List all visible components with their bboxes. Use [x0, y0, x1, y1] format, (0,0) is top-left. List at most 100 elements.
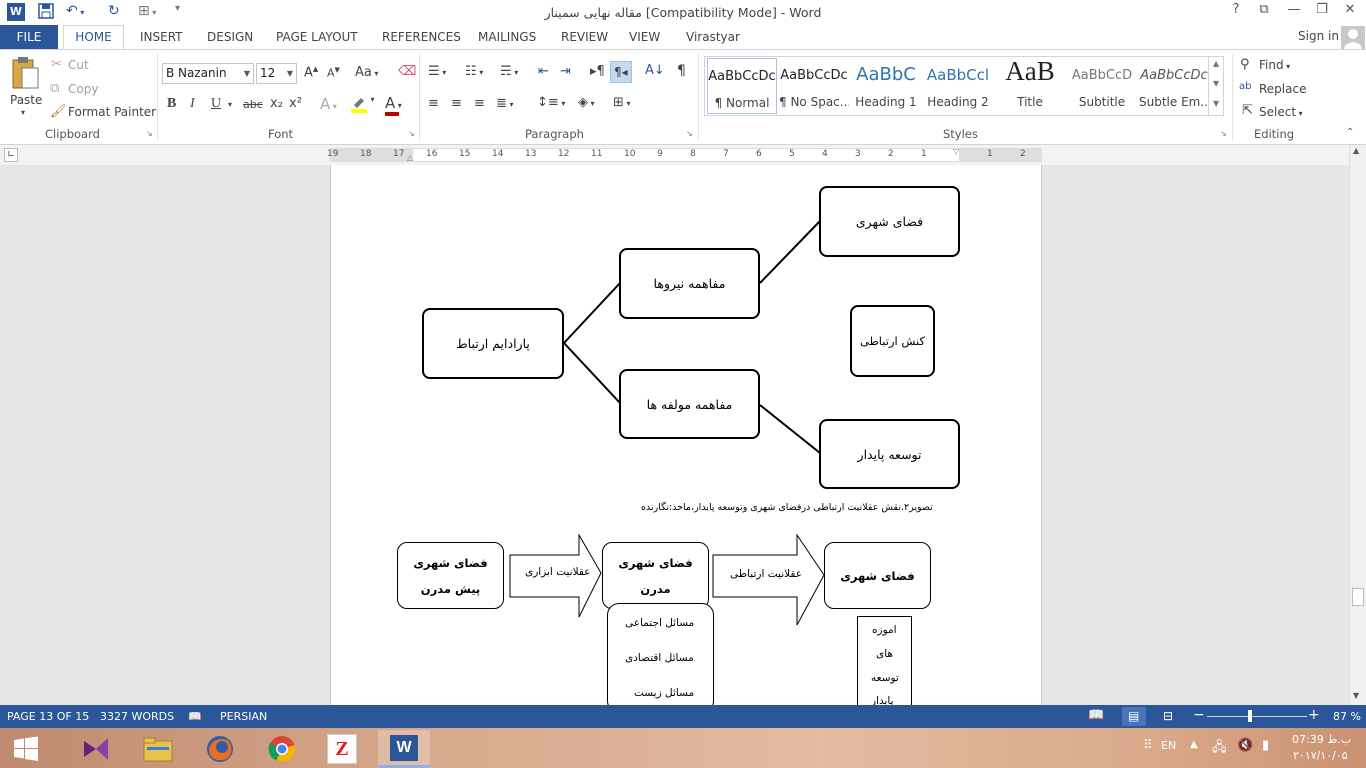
font-launcher-icon[interactable]: ↘: [408, 129, 415, 138]
tab-insert[interactable]: INSERT: [140, 30, 183, 44]
word-count[interactable]: 3327 WORDS: [100, 710, 174, 723]
more-styles-icon[interactable]: ▼: [1213, 99, 1219, 108]
borders-icon[interactable]: ⊞ ▾: [613, 95, 630, 110]
app-z-taskbar[interactable]: Z: [316, 730, 368, 768]
first-line-indent-icon[interactable]: ▽: [953, 147, 959, 156]
ltr-direction-icon[interactable]: ▸¶: [590, 64, 605, 79]
network-icon[interactable]: 🖧: [1212, 738, 1227, 760]
change-case-button[interactable]: Aa ▾: [355, 65, 378, 80]
scrollbar-thumb[interactable]: [1352, 588, 1364, 606]
language-indicator[interactable]: PERSIAN: [220, 710, 267, 723]
tab-references[interactable]: REFERENCES: [382, 30, 461, 44]
align-right-icon[interactable]: ≡: [474, 96, 485, 111]
style-subtitle[interactable]: AaBbCcD Subtitle: [1067, 58, 1137, 114]
document-page[interactable]: پارادایم ارتباط مفاهمه نیروها مفاهمه مول…: [330, 165, 1042, 716]
tab-review[interactable]: REVIEW: [561, 30, 608, 44]
restore-button[interactable]: ❐: [1310, 2, 1334, 22]
numbering-icon[interactable]: ☷ ▾: [465, 64, 483, 79]
show-hidden-icons[interactable]: ▲: [1190, 739, 1198, 750]
subscript-button[interactable]: x₂: [270, 96, 283, 111]
replace-button[interactable]: Replace: [1259, 82, 1306, 96]
bold-button[interactable]: B: [167, 96, 176, 112]
paste-dropdown-icon[interactable]: ▾: [21, 108, 25, 117]
text-effects-button[interactable]: A ▾: [320, 95, 337, 113]
sign-in-link[interactable]: Sign in: [1298, 29, 1339, 43]
minimize-button[interactable]: —: [1282, 2, 1306, 22]
tab-design[interactable]: DESIGN: [207, 30, 253, 44]
shrink-font-button[interactable]: A▼: [327, 66, 340, 80]
proofing-icon[interactable]: 📖: [188, 710, 202, 723]
multilevel-list-icon[interactable]: ☴ ▾: [500, 64, 518, 79]
style-heading-2[interactable]: AaBbCcl Heading 2: [923, 58, 993, 114]
tab-page-layout[interactable]: PAGE LAYOUT: [276, 30, 358, 44]
scroll-down-icon[interactable]: ▼: [1213, 79, 1219, 88]
rtl-direction-button[interactable]: ¶◂: [610, 61, 632, 83]
highlight-button[interactable]: ▾: [350, 95, 375, 117]
italic-button[interactable]: I: [190, 96, 195, 112]
scroll-up-icon[interactable]: ▲: [1213, 59, 1219, 68]
cut-button[interactable]: Cut: [68, 58, 89, 72]
firefox-taskbar[interactable]: [194, 730, 246, 768]
underline-button[interactable]: U: [211, 96, 221, 112]
tab-mailings[interactable]: MAILINGS: [478, 30, 536, 44]
justify-icon[interactable]: ≣ ▾: [496, 96, 513, 111]
format-painter-button[interactable]: Format Painter: [68, 105, 156, 119]
print-layout-button[interactable]: ▤: [1122, 707, 1146, 726]
style-no-spacing[interactable]: AaBbCcDc ¶ No Spac...: [779, 58, 849, 114]
ribbon-display-icon[interactable]: ⧉: [1252, 2, 1276, 22]
chrome-taskbar[interactable]: [256, 730, 308, 768]
increase-indent-icon[interactable]: ⇥: [560, 64, 571, 79]
web-layout-icon[interactable]: ⊟: [1163, 709, 1173, 723]
close-button[interactable]: ✕: [1338, 2, 1362, 22]
superscript-button[interactable]: x²: [289, 96, 302, 111]
tab-file[interactable]: FILE: [0, 25, 58, 49]
shading-icon[interactable]: ◈ ▾: [578, 95, 595, 110]
tab-virastyar[interactable]: Virastyar: [686, 30, 740, 44]
scroll-down-arrow-icon[interactable]: ▼: [1353, 691, 1359, 700]
zoom-out-button[interactable]: −: [1193, 707, 1205, 723]
font-name-combo[interactable]: B Nazanin ▼: [162, 63, 254, 84]
font-size-combo[interactable]: 12 ▼: [256, 63, 297, 84]
decrease-indent-icon[interactable]: ⇤: [538, 64, 549, 79]
word-taskbar[interactable]: W: [378, 730, 430, 768]
strikethrough-button[interactable]: abc: [243, 98, 263, 111]
read-mode-icon[interactable]: 📖: [1088, 708, 1104, 723]
page-count[interactable]: PAGE 13 OF 15: [7, 710, 89, 723]
align-left-icon[interactable]: ≡: [428, 96, 439, 111]
language-tray[interactable]: EN: [1161, 739, 1176, 752]
clear-formatting-icon[interactable]: ⌫: [398, 64, 416, 79]
bullets-icon[interactable]: ☰ ▾: [428, 64, 446, 79]
align-center-icon[interactable]: ≡: [451, 96, 462, 111]
zoom-slider-track[interactable]: [1207, 716, 1307, 717]
horizontal-ruler[interactable]: 19 18 17 16 15 14 13 12 11 10 9 8 7 6 5 4 3 2 1 1 2: [327, 148, 1042, 162]
help-button[interactable]: ?: [1224, 2, 1248, 22]
clock-date[interactable]: ۲۰۱۷/۱۰/۰۵: [1293, 749, 1348, 762]
paragraph-launcher-icon[interactable]: ↘: [686, 129, 693, 138]
copy-button[interactable]: Copy: [68, 82, 98, 96]
zoom-slider-thumb[interactable]: [1247, 710, 1252, 722]
grow-font-button[interactable]: A▲: [304, 65, 318, 80]
file-explorer-taskbar[interactable]: [132, 730, 184, 768]
vertical-scrollbar[interactable]: ▲ ▼: [1349, 145, 1366, 705]
tab-home[interactable]: HOME: [63, 25, 124, 50]
underline-dropdown-icon[interactable]: ▾: [228, 100, 232, 109]
visual-studio-taskbar[interactable]: [70, 730, 122, 768]
style-subtle-emphasis[interactable]: AaBbCcDc Subtle Em...: [1139, 58, 1209, 114]
font-color-button[interactable]: A ▾: [385, 94, 402, 112]
clock-time[interactable]: 07:39 ب.ظ: [1292, 733, 1351, 746]
line-spacing-icon[interactable]: ↕≡ ▾: [537, 95, 565, 110]
battery-icon[interactable]: ▮: [1262, 738, 1269, 753]
tab-view[interactable]: VIEW: [629, 30, 660, 44]
zoom-in-button[interactable]: +: [1308, 707, 1320, 723]
style-title[interactable]: AaB Title: [995, 56, 1065, 114]
start-button[interactable]: [0, 730, 52, 768]
style-normal[interactable]: AaBbCcDc ¶ Normal: [707, 58, 777, 114]
zoom-level[interactable]: 87 %: [1333, 710, 1361, 723]
clipboard-launcher-icon[interactable]: ↘: [146, 129, 153, 138]
volume-muted-icon[interactable]: 🔇: [1237, 738, 1253, 753]
styles-scroll[interactable]: ▲ ▼ ▼: [1208, 57, 1224, 115]
collapse-ribbon-icon[interactable]: ⌃: [1346, 127, 1354, 138]
scroll-up-arrow-icon[interactable]: ▲: [1353, 146, 1359, 155]
paste-button[interactable]: Paste: [10, 93, 42, 107]
sort-icon[interactable]: A↓: [645, 63, 665, 78]
